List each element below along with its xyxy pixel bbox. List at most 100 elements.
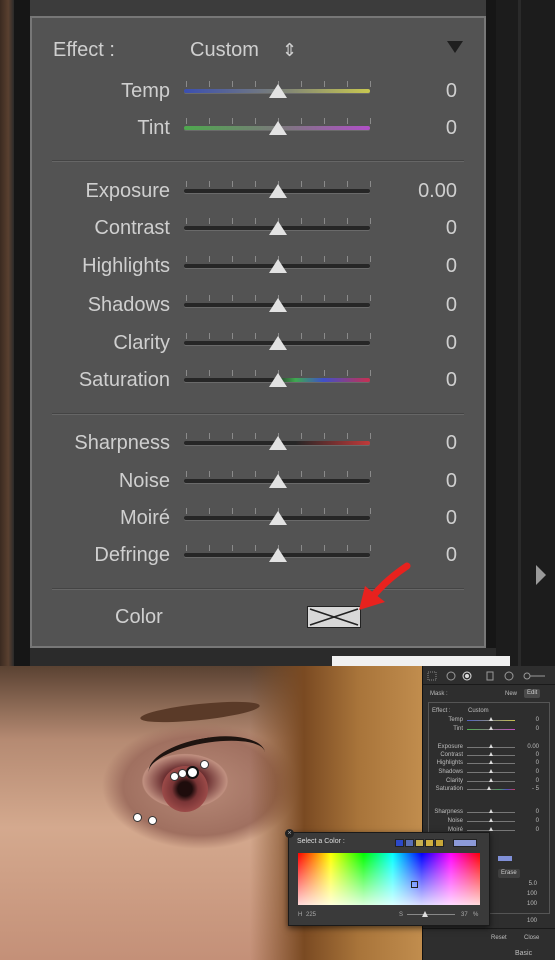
close-button[interactable]: Close [524, 934, 539, 942]
slider-thumb[interactable] [269, 511, 287, 525]
slider-value[interactable]: 0 [377, 116, 457, 140]
expand-arrow-icon[interactable] [534, 563, 548, 587]
slider-value[interactable]: 0 [377, 469, 457, 493]
slider-tick [370, 81, 371, 87]
lightroom-panel-closeup: Effect : Custom ⇕ Temp 0 Tint 0 Exposure 0.00… [0, 0, 555, 666]
saturation-thumb-icon[interactable] [422, 911, 428, 917]
mask-new-button[interactable]: New [505, 690, 517, 698]
slider-tick [255, 181, 256, 187]
slider-tick [347, 218, 348, 224]
slider-thumb[interactable] [269, 221, 287, 235]
mini-slider-thumb[interactable] [489, 827, 493, 831]
mini-slider-thumb[interactable] [487, 786, 491, 790]
mask-pin[interactable] [133, 813, 142, 822]
slider-thumb[interactable] [269, 336, 287, 350]
slider-thumb[interactable] [269, 121, 287, 135]
reset-button[interactable]: Reset [491, 934, 507, 942]
tool-strip-icons[interactable] [427, 671, 547, 681]
color-swatch[interactable] [425, 839, 434, 847]
slider-value[interactable]: 0 [377, 293, 457, 317]
lightroom-screenshot: Mask : New Edit Effect : Custom Temp 0 Tin… [0, 666, 555, 960]
mini-slider-thumb[interactable] [489, 778, 493, 782]
slider-tick [255, 508, 256, 514]
slider-tick [186, 295, 187, 301]
brush-size-value: 5.0 [528, 881, 537, 887]
slider-tick [301, 471, 302, 477]
color-swatch[interactable] [415, 839, 424, 847]
mini-slider-label: Tint [453, 726, 463, 732]
slider-tick [301, 81, 302, 87]
preset-stepper-icon[interactable]: ⇕ [282, 38, 297, 62]
slider-value[interactable]: 0 [377, 431, 457, 455]
mini-slider-thumb[interactable] [489, 769, 493, 773]
slider-value[interactable]: 0 [377, 79, 457, 103]
mini-slider-thumb[interactable] [489, 809, 493, 813]
slider-tick [255, 256, 256, 262]
slider-tick [255, 81, 256, 87]
slider-tick [370, 218, 371, 224]
color-swatch[interactable] [453, 839, 477, 847]
mask-pin[interactable] [148, 816, 157, 825]
slider-thumb[interactable] [269, 474, 287, 488]
slider-value[interactable]: 0 [377, 368, 457, 392]
mini-slider-label: Temp [448, 717, 463, 723]
slider-tick [347, 370, 348, 376]
slider-label-shadows: Shadows [87, 294, 170, 316]
slider-value[interactable]: 0 [377, 331, 457, 355]
slider-value[interactable]: 0 [377, 216, 457, 240]
active-mask-pin[interactable] [186, 766, 199, 779]
slider-tick [232, 181, 233, 187]
slider-thumb[interactable] [269, 259, 287, 273]
slider-tick [209, 370, 210, 376]
slider-thumb[interactable] [269, 436, 287, 450]
mini-slider-thumb[interactable] [489, 717, 493, 721]
mini-effect-dropdown[interactable]: Custom [468, 707, 489, 715]
mini-slider-value: 0 [535, 818, 539, 824]
no-color-icon [309, 608, 359, 626]
mini-slider-thumb[interactable] [489, 726, 493, 730]
mask-pin[interactable] [200, 760, 209, 769]
slider-tick [255, 433, 256, 439]
slider-tick [232, 433, 233, 439]
mini-slider-value: 0 [535, 778, 539, 784]
mini-slider-thumb[interactable] [489, 818, 493, 822]
slider-tick [370, 508, 371, 514]
slider-tick [232, 471, 233, 477]
slider-thumb[interactable] [269, 184, 287, 198]
color-swatch[interactable] [405, 839, 414, 847]
mask-label: Mask : [430, 691, 448, 697]
erase-button[interactable]: Erase [498, 869, 520, 878]
mini-slider-track[interactable] [467, 789, 515, 790]
color-swatch[interactable] [435, 839, 444, 847]
mask-edit-button[interactable]: Edit [524, 689, 541, 698]
saturation-slider[interactable] [407, 914, 455, 915]
slider-tick [232, 295, 233, 301]
slider-tick [209, 181, 210, 187]
slider-tick [324, 433, 325, 439]
close-icon[interactable]: × [285, 829, 294, 838]
basic-panel-header[interactable]: Basic [515, 950, 532, 958]
slider-tick [209, 471, 210, 477]
slider-thumb[interactable] [269, 548, 287, 562]
saturation-value: 37 [461, 912, 468, 918]
slider-value[interactable]: 0 [377, 254, 457, 278]
slider-value[interactable]: 0.00 [377, 179, 457, 203]
effect-label: Effect : [53, 39, 115, 61]
triangle-down-icon[interactable] [446, 40, 464, 54]
slider-thumb[interactable] [269, 84, 287, 98]
mini-slider-thumb[interactable] [489, 744, 493, 748]
color-swatch-button[interactable] [307, 606, 361, 628]
color-swatch[interactable] [395, 839, 404, 847]
color-spectrum[interactable] [298, 853, 480, 905]
panel-bottom-edge [30, 648, 510, 666]
effect-preset-dropdown[interactable]: Custom [190, 38, 259, 62]
slider-tick [209, 545, 210, 551]
slider-thumb[interactable] [269, 298, 287, 312]
mini-slider-thumb[interactable] [489, 760, 493, 764]
slider-thumb[interactable] [269, 373, 287, 387]
slider-tick [324, 81, 325, 87]
slider-label-highlights: Highlights [82, 255, 170, 277]
mini-slider-thumb[interactable] [489, 752, 493, 756]
color-selector[interactable] [411, 881, 418, 888]
slider-value[interactable]: 0 [377, 506, 457, 530]
